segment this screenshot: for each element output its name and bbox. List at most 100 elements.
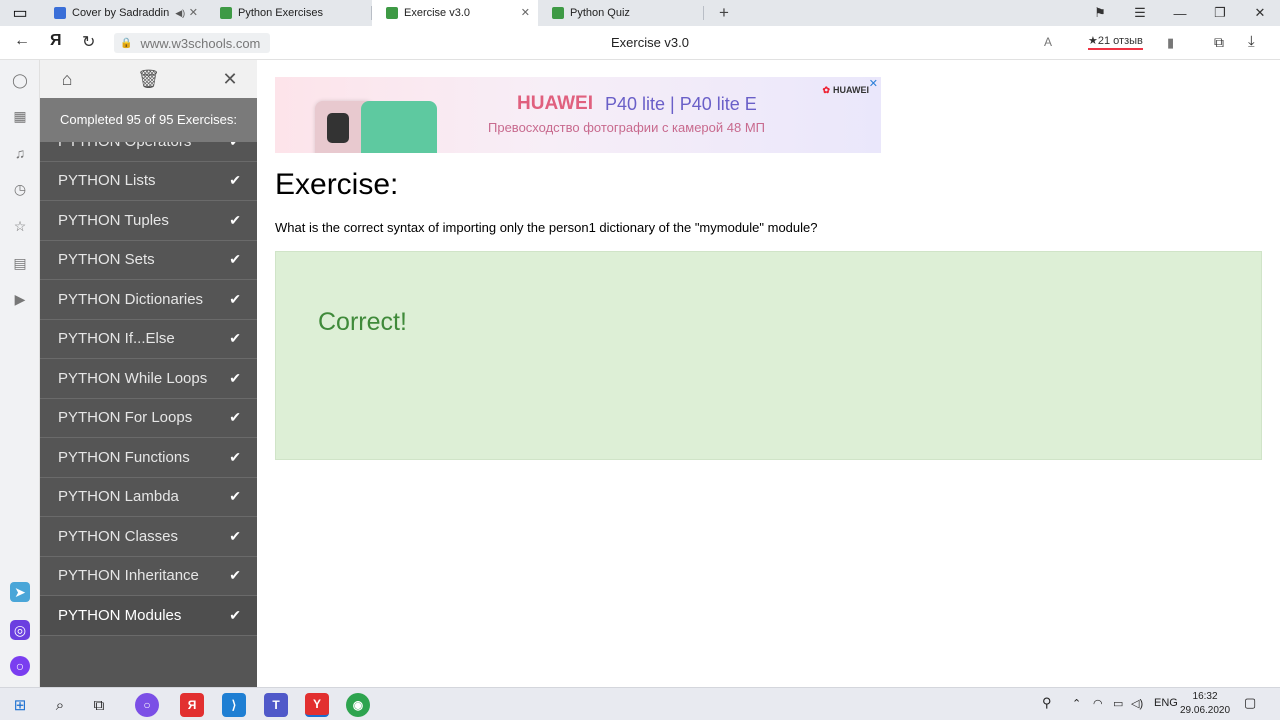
reload-icon[interactable]: ↻ (82, 32, 95, 52)
yandex-active-icon[interactable]: Y (305, 693, 329, 717)
zen-icon[interactable]: ◎ (10, 620, 30, 640)
sidebar-item-classes[interactable]: PYTHON Classes ✔ (40, 517, 257, 557)
checkmark-icon: ✔ (229, 567, 241, 584)
download-icon[interactable]: ⤓ (1248, 33, 1255, 50)
lock-icon: 🔒 (120, 37, 133, 49)
sidebar-item-for-loops[interactable]: PYTHON For Loops ✔ (40, 399, 257, 438)
sidebar-item-modules[interactable]: PYTHON Modules ✔ (40, 596, 257, 636)
clock[interactable]: 16:32 29.06.2020 (1180, 690, 1230, 718)
tab-python-quiz[interactable]: Python Quiz (538, 0, 704, 26)
url-field[interactable]: 🔒 www.w3schools.com (114, 33, 270, 53)
phone-image (361, 101, 437, 153)
tab-python-exercises[interactable]: Python Exercises (206, 0, 372, 26)
sidebar-item-inheritance[interactable]: PYTHON Inheritance ✔ (40, 557, 257, 596)
media-icon[interactable]: ▶ (10, 289, 30, 309)
bookmarks-icon[interactable]: ⚑ (1080, 0, 1120, 26)
teams-icon[interactable]: T (264, 693, 288, 717)
close-tab-icon[interactable]: ✕ (189, 6, 198, 19)
vscode-icon[interactable]: ⟩ (222, 693, 246, 717)
profile-icon[interactable]: ◯ (10, 70, 30, 90)
reviews-badge[interactable]: ★21 отзыв (1088, 34, 1143, 50)
task-view-icon[interactable]: ⧉ (87, 693, 111, 717)
battery-icon[interactable]: ▭ (1113, 697, 1123, 710)
checkmark-icon: ✔ (229, 606, 241, 623)
people-icon[interactable]: ⚲ (1042, 695, 1052, 711)
tab-label: Python Quiz (570, 7, 630, 19)
restore-icon[interactable]: ❐ (1200, 0, 1240, 26)
tab-cover[interactable]: Cover by Sadraddin ◀) ✕ (40, 0, 206, 26)
url-text: www.w3schools.com (140, 35, 261, 51)
tab-bar: ▭ Cover by Sadraddin ◀) ✕ Python Exercis… (0, 0, 1280, 26)
new-tab-icon[interactable]: + (704, 0, 744, 26)
flower-icon: ✿ (822, 85, 830, 95)
collections-icon[interactable]: ⧉ (1214, 34, 1224, 51)
favorites-icon[interactable]: ☆ (10, 216, 30, 236)
exercise-question: What is the correct syntax of importing … (275, 220, 818, 235)
reader-icon[interactable]: ▤ (10, 253, 30, 273)
browser-sidebar: ◯ ▦ ♫ ◷ ☆ ▤ ▶ ➤ ◎ ○ (0, 60, 40, 687)
sidebar-item-while-loops[interactable]: PYTHON While Loops ✔ (40, 359, 257, 399)
alice-icon[interactable]: ○ (10, 656, 30, 676)
wifi-icon[interactable]: ◠ (1093, 697, 1103, 710)
volume-icon[interactable]: ◁) (1131, 697, 1143, 710)
tab-list-icon[interactable]: ▭ (0, 0, 40, 26)
trash-icon[interactable]: 🗑 (132, 69, 166, 90)
taskbar: ⊞ ⌕ ⧉ ○ Я ⟩ T Y ◉ ⚲ ⌃ ◠ ▭ ◁) ENG 16:32 2… (0, 687, 1280, 720)
result-message: Correct! (318, 308, 407, 336)
messenger-icon[interactable]: ➤ (10, 582, 30, 602)
language-indicator[interactable]: ENG (1154, 697, 1178, 709)
checkmark-icon: ✔ (229, 448, 241, 465)
search-icon[interactable]: ⌕ (48, 693, 72, 717)
sidebar-item-dictionaries[interactable]: PYTHON Dictionaries ✔ (40, 280, 257, 320)
close-icon[interactable]: ✕ (213, 69, 247, 90)
sidebar-item-sets[interactable]: PYTHON Sets ✔ (40, 241, 257, 280)
sidebar-item-tuples[interactable]: PYTHON Tuples ✔ (40, 201, 257, 241)
apps-icon[interactable]: ▦ (10, 106, 30, 126)
ad-close-icon[interactable]: ✕ (869, 77, 878, 90)
time-text: 16:32 (1192, 691, 1218, 702)
checkmark-icon: ✔ (229, 409, 241, 426)
yandex-browser-icon[interactable]: Я (180, 693, 204, 717)
translate-icon[interactable]: A (1044, 35, 1052, 49)
checkmark-icon: ✔ (229, 290, 241, 307)
ad-banner[interactable]: HUAWEI P40 lite | P40 lite E Превосходст… (275, 77, 881, 153)
ad-subtitle: Превосходство фотографии с камерой 48 МП (488, 120, 766, 135)
alice-app-icon[interactable]: ○ (135, 693, 159, 717)
history-icon[interactable]: ◷ (10, 179, 30, 199)
notification-center-icon[interactable]: ▢ (1244, 695, 1256, 711)
back-icon[interactable]: ← (14, 32, 30, 50)
checkmark-icon: ✔ (229, 527, 241, 544)
video-icon (54, 7, 66, 19)
close-window-icon[interactable]: ✕ (1240, 0, 1280, 26)
checkmark-icon: ✔ (229, 211, 241, 228)
sidebar-item-if-else[interactable]: PYTHON If...Else ✔ (40, 320, 257, 359)
page-title: Exercise v3.0 (610, 35, 690, 50)
tab-label: Python Exercises (238, 7, 323, 19)
sidebar-item-lambda[interactable]: PYTHON Lambda ✔ (40, 478, 257, 517)
sidebar-item-functions[interactable]: PYTHON Functions ✔ (40, 438, 257, 478)
chevron-up-icon[interactable]: ⌃ (1072, 697, 1081, 710)
exercise-list: PYTHON Operators✔ PYTHON Lists✔ PYTHON T… (40, 122, 257, 636)
notifications-icon[interactable]: ♫ (10, 143, 30, 163)
ad-model: P40 lite | P40 lite E (605, 94, 757, 114)
minimize-icon[interactable]: — (1160, 0, 1200, 26)
main-content: HUAWEI P40 lite | P40 lite E Превосходст… (257, 60, 1280, 687)
ad-brand: HUAWEI (517, 93, 593, 114)
home-icon[interactable]: ⌂ (50, 69, 84, 90)
close-tab-icon[interactable]: ✕ (521, 6, 530, 19)
checkmark-icon: ✔ (229, 251, 241, 268)
result-panel: Correct! (275, 251, 1262, 460)
sidebar-item-lists[interactable]: PYTHON Lists ✔ (40, 162, 257, 201)
address-bar: ← Я ↻ 🔒 www.w3schools.com Exercise v3.0 … (0, 26, 1280, 60)
w3-icon (386, 7, 398, 19)
tab-label: Exercise v3.0 (404, 7, 471, 19)
tab-exercise[interactable]: Exercise v3.0 ✕ (372, 0, 538, 26)
bookmark-icon[interactable]: ▮ (1167, 35, 1174, 51)
menu-icon[interactable]: ☰ (1120, 0, 1160, 26)
tab-label: Cover by Sadraddin (72, 7, 170, 19)
huawei-logo: ✿ HUAWEI (822, 85, 869, 95)
windows-start-icon[interactable]: ⊞ (8, 693, 32, 717)
chrome-icon[interactable]: ◉ (346, 693, 370, 717)
yandex-icon[interactable]: Я (50, 32, 62, 50)
mute-icon[interactable]: ◀) (175, 8, 185, 19)
